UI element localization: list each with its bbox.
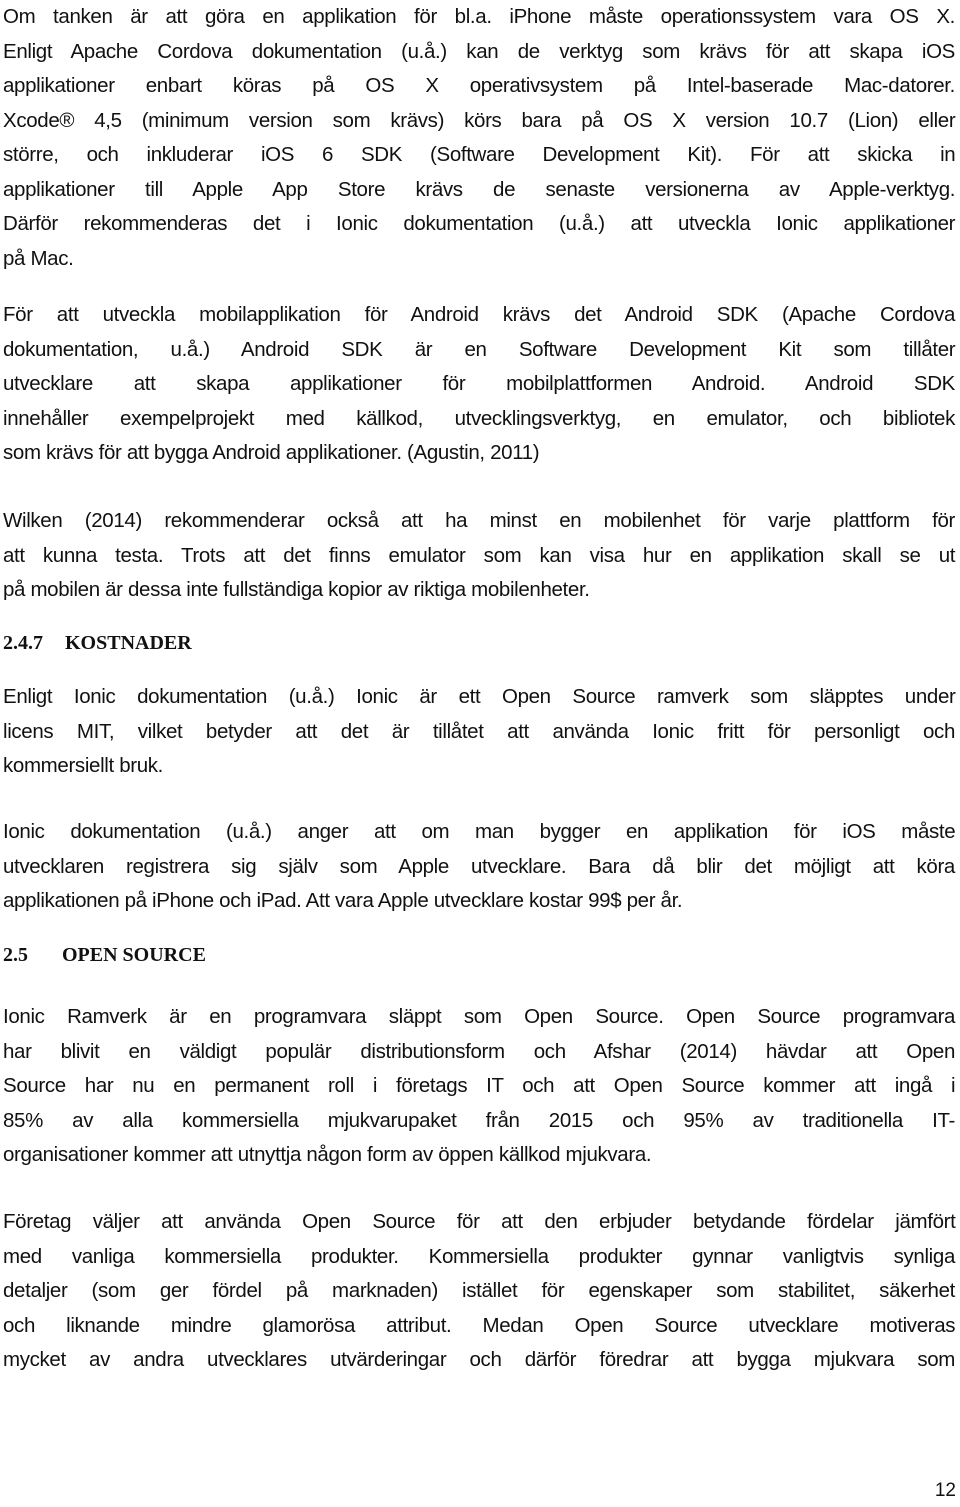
text-line: att kunna testa. Trots att det finns emu… bbox=[3, 543, 956, 567]
text-line: licens MIT, vilket betyder att det är ti… bbox=[3, 719, 955, 743]
section-title: OPEN SOURCE bbox=[62, 944, 206, 966]
page-number: 12 bbox=[934, 1480, 956, 1501]
text-line: Wilken (2014) rekommenderar också att ha… bbox=[3, 509, 955, 532]
text-line: utvecklare att skapa applikationer för m… bbox=[3, 372, 955, 395]
section-title: KOSTNADER bbox=[65, 632, 192, 654]
section-number: 2.4.7 bbox=[3, 632, 43, 654]
text-line: kommersiellt bruk. bbox=[3, 754, 164, 777]
text-line: Ionic Ramverk är en programvara släppt s… bbox=[3, 1005, 956, 1028]
text-line: utvecklaren registrera sig själv som App… bbox=[3, 854, 955, 878]
text-line: mycket av andra utvecklares utvärderinga… bbox=[3, 1348, 955, 1371]
text-line: Enligt Ionic dokumentation (u.å.) Ionic … bbox=[3, 685, 956, 708]
text-line: Xcode® 4,5 (minimum version som krävs) k… bbox=[3, 108, 956, 132]
text-line: större, och inkluderar iOS 6 SDK (Softwa… bbox=[3, 143, 956, 166]
text-line: För att utveckla mobilapplikation för An… bbox=[3, 303, 955, 326]
section-number: 2.5 bbox=[3, 944, 28, 966]
paragraph-license: Enligt Ionic dokumentation (u.å.) Ionic … bbox=[3, 680, 956, 784]
text-line: applikationer enbart köras på OS X opera… bbox=[3, 74, 955, 97]
document-page: Om tanken är att göra en applikation för… bbox=[0, 0, 960, 1507]
section-heading-kostnader: 2.4.7 KOSTNADER bbox=[3, 632, 192, 655]
text-line: på Mac. bbox=[3, 246, 74, 270]
paragraph-open-source-benefits: Företag väljer att använda Open Source f… bbox=[3, 1205, 956, 1378]
text-line: Om tanken är att göra en applikation för… bbox=[3, 5, 955, 28]
text-line: organisationer kommer att utnyttja någon… bbox=[3, 1143, 652, 1166]
text-line: applikationen på iPhone och iPad. Att va… bbox=[3, 889, 683, 912]
text-line: och liknande mindre glamorösa attribut. … bbox=[3, 1313, 956, 1337]
text-line: dokumentation, u.å.) Android SDK är en S… bbox=[3, 337, 956, 361]
text-line: detaljer (som ger fördel på marknaden) i… bbox=[3, 1279, 955, 1302]
text-line: Företag väljer att använda Open Source f… bbox=[3, 1210, 956, 1233]
text-line: 85% av alla kommersiella mjukvarupaket f… bbox=[3, 1108, 955, 1132]
text-line: Source har nu en permanent roll i företa… bbox=[3, 1074, 956, 1097]
section-heading-open-source: 2.5 OPEN SOURCE bbox=[3, 944, 206, 967]
text-line: Enligt Apache Cordova dokumentation (u.å… bbox=[3, 39, 956, 63]
text-line: med vanliga kommersiella produkter. Komm… bbox=[3, 1244, 955, 1268]
paragraph-android-requirements: För att utveckla mobilapplikation för An… bbox=[3, 298, 956, 471]
text-line: Därför rekommenderas det i Ionic dokumen… bbox=[3, 212, 956, 235]
text-line: applikationer till Apple App Store krävs… bbox=[3, 177, 956, 201]
paragraph-open-source-intro: Ionic Ramverk är en programvara släppt s… bbox=[3, 1000, 956, 1173]
text-line: har blivit en väldigt populär distributi… bbox=[3, 1039, 955, 1063]
text-line: innehåller exempelprojekt med källkod, u… bbox=[3, 406, 955, 430]
paragraph-ios-requirements: Om tanken är att göra en applikation för… bbox=[3, 0, 956, 276]
text-line: som krävs för att bygga Android applikat… bbox=[3, 441, 540, 464]
text-line: på mobilen är dessa inte fullständiga ko… bbox=[3, 578, 590, 601]
paragraph-testing-devices: Wilken (2014) rekommenderar också att ha… bbox=[3, 504, 955, 608]
text-line: Ionic dokumentation (u.å.) anger att om … bbox=[3, 820, 956, 843]
paragraph-apple-developer-cost: Ionic dokumentation (u.å.) anger att om … bbox=[3, 815, 956, 919]
